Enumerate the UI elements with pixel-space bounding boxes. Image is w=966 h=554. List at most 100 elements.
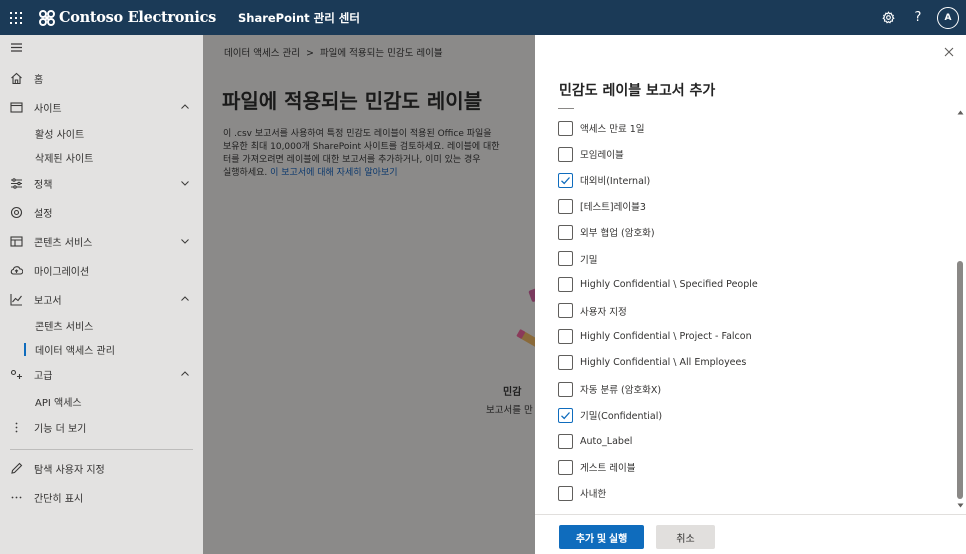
nav-item-more-features[interactable]: 기능 더 보기 (0, 415, 203, 439)
breadcrumb-item-data-access[interactable]: 데이터 액세스 관리 (224, 48, 300, 59)
description-line: 실행하세요. (223, 168, 268, 178)
chevron-up-icon (180, 369, 190, 379)
avatar[interactable]: A (937, 6, 959, 29)
label-option[interactable]: 사용자 지정 (558, 303, 627, 319)
label-list[interactable]: 액세스 만료 1일모임레이블대외비(Internal) [테스트]레이블3 외부 협… (535, 101, 966, 514)
cancel-button[interactable]: 취소 (656, 525, 715, 549)
nav-item-active-sites[interactable]: 활성 사이트 (0, 121, 203, 145)
nav-item-deleted-sites[interactable]: 삭제된 사이트 (0, 145, 203, 169)
selected-indicator (24, 342, 26, 356)
nav-label: 콘텐츠 서비스 (35, 321, 94, 333)
scroll-thumb[interactable] (957, 261, 963, 499)
nav-item-migration[interactable]: 마이그레이션 (0, 258, 203, 282)
checkbox[interactable] (558, 433, 573, 449)
nav-label: 간단히 표시 (34, 493, 84, 505)
checkbox[interactable] (558, 146, 573, 162)
content-services-icon (10, 235, 23, 248)
scrollbar[interactable] (955, 101, 966, 514)
app-launcher-icon[interactable] (0, 0, 32, 35)
chevron-down-icon (180, 178, 190, 188)
checkbox[interactable] (558, 224, 573, 240)
pencil-icon (10, 462, 23, 475)
nav-item-policies[interactable]: 정책 (0, 171, 203, 195)
chevron-down-icon (180, 236, 190, 246)
page-description: 이 .csv 보고서를 사용하여 특정 민감도 레이블이 적용된 Office … (223, 128, 535, 180)
breadcrumb: 데이터 액세스 관리 > 파일에 적용되는 민감도 레이블 (224, 45, 443, 59)
nav-item-api-access[interactable]: API 액세스 (0, 389, 203, 413)
checkbox[interactable] (558, 381, 573, 397)
nav-item-reports[interactable]: 보고서 (0, 287, 203, 311)
nav-label: 삭제된 사이트 (35, 153, 94, 165)
label-option-text: 게스트 레이블 (580, 463, 636, 475)
nav-item-show-less[interactable]: 간단히 표시 (0, 485, 203, 509)
label-option-text: 대외비(Internal) (580, 176, 651, 188)
nav-label: 활성 사이트 (35, 129, 85, 141)
hamburger-icon[interactable] (10, 41, 23, 54)
label-option[interactable]: 모임레이블 (558, 146, 624, 162)
nav-item-content-services-report[interactable]: 콘텐츠 서비스 (0, 313, 203, 337)
nav-label: 콘텐츠 서비스 (34, 237, 93, 249)
empty-state-illustration (516, 288, 535, 352)
label-option-text: 자동 분류 (암호화X) (580, 385, 662, 396)
checkbox[interactable] (558, 277, 573, 293)
checkbox[interactable] (558, 120, 573, 136)
checkbox[interactable] (558, 485, 573, 501)
label-option[interactable]: Highly Confidential \ Specified People (558, 277, 758, 293)
label-option-text: 액세스 만료 1일 (580, 124, 645, 135)
nav-item-advanced[interactable]: 고급 (0, 362, 203, 386)
more-features-icon (10, 421, 23, 434)
nav-item-sites[interactable]: 사이트 (0, 95, 203, 119)
add-and-run-button[interactable]: 추가 및 실행 (559, 525, 644, 549)
panel-title: 민감도 레이블 보고서 추가 (559, 83, 716, 99)
close-icon[interactable] (942, 45, 956, 59)
chevron-up-icon (180, 294, 190, 304)
nav-item-home[interactable]: 홈 (0, 66, 203, 90)
settings-icon (10, 206, 23, 219)
ellipsis-icon (10, 491, 23, 504)
brand[interactable]: Contoso Electronics (37, 8, 216, 28)
label-option-text: [테스트]레이블3 (580, 202, 646, 214)
checkbox[interactable] (558, 198, 573, 214)
app-title[interactable]: SharePoint 관리 센터 (238, 10, 360, 26)
nav-item-settings[interactable]: 설정 (0, 200, 203, 224)
learn-more-link[interactable]: 이 보고서에 대해 자세히 알아보기 (270, 168, 397, 178)
label-option[interactable]: 액세스 만료 1일 (558, 120, 645, 136)
nav-item-customize-navigation[interactable]: 탐색 사용자 지정 (0, 456, 203, 480)
label-option[interactable]: 외부 협업 (암호화) (558, 224, 655, 240)
label-option[interactable]: Highly Confidential \ All Employees (558, 355, 746, 371)
nav-collapse-toggle[interactable] (0, 35, 203, 59)
help-icon[interactable]: ? (903, 0, 933, 35)
scroll-up-icon[interactable] (957, 109, 964, 116)
scroll-down-icon[interactable] (957, 502, 964, 509)
checkbox[interactable] (558, 459, 573, 475)
nav-label: 홈 (34, 74, 44, 86)
label-option[interactable]: 대외비(Internal) (558, 172, 650, 188)
nav-label: 기능 더 보기 (34, 423, 87, 435)
nav-label: 정책 (34, 179, 53, 191)
empty-state-subtitle: 보고서를 만 (486, 405, 533, 416)
nav-label: 고급 (34, 370, 53, 382)
label-option[interactable]: Auto_Label (558, 433, 632, 449)
label-option-text: 기밀 (580, 254, 598, 266)
checkbox-checked[interactable] (558, 407, 573, 423)
sites-icon (10, 101, 23, 114)
contoso-logo-icon (39, 9, 55, 26)
checkbox[interactable] (558, 303, 573, 319)
checkbox[interactable] (558, 251, 573, 266)
breadcrumb-separator: > (305, 48, 314, 59)
nav-item-content-services[interactable]: 콘텐츠 서비스 (0, 229, 203, 253)
label-option-text: 외부 협업 (암호화) (580, 228, 655, 240)
label-option-text: 사내한 (580, 489, 607, 501)
label-option[interactable]: 사내한 (558, 485, 606, 501)
checkbox[interactable] (558, 329, 573, 345)
label-option[interactable]: 기밀(Confidential) (558, 407, 662, 423)
label-option[interactable]: 게스트 레이블 (558, 459, 635, 475)
label-option[interactable]: [테스트]레이블3 (558, 198, 646, 214)
nav-item-data-access-management[interactable]: 데이터 액세스 관리 (0, 337, 203, 361)
label-option[interactable]: 기밀 (558, 251, 597, 267)
checkbox-checked[interactable] (558, 172, 573, 188)
checkbox[interactable] (558, 355, 573, 371)
label-option[interactable]: Highly Confidential \ Project - Falcon (558, 329, 752, 345)
label-option[interactable]: 자동 분류 (암호화X) (558, 381, 661, 397)
settings-icon[interactable] (873, 0, 903, 35)
